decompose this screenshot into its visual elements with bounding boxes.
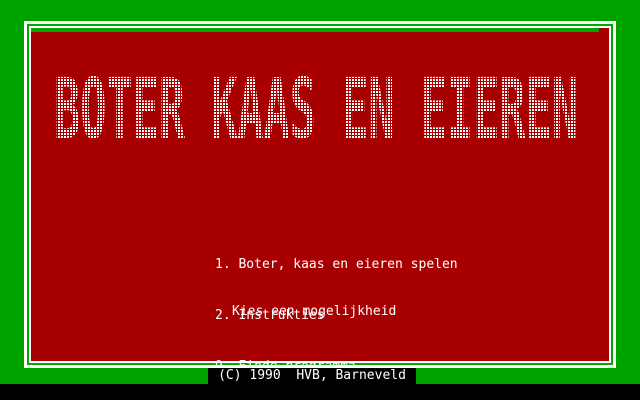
title-text: BOTER KAAS EN EIEREN [54,60,578,148]
title-banner: BOTER KAAS EN EIEREN [54,60,578,148]
menu-item-play[interactable]: 1. Boter, kaas en eieren spelen [215,256,458,273]
dos-screen: BOTER KAAS EN EIEREN 1. Boter, kaas en e… [0,0,640,400]
copyright-notice: (C) 1990 HVB, Barneveld [208,368,416,384]
panel-top-bar [31,28,599,32]
choice-prompt: Kies een mogelijkheid [232,304,397,319]
